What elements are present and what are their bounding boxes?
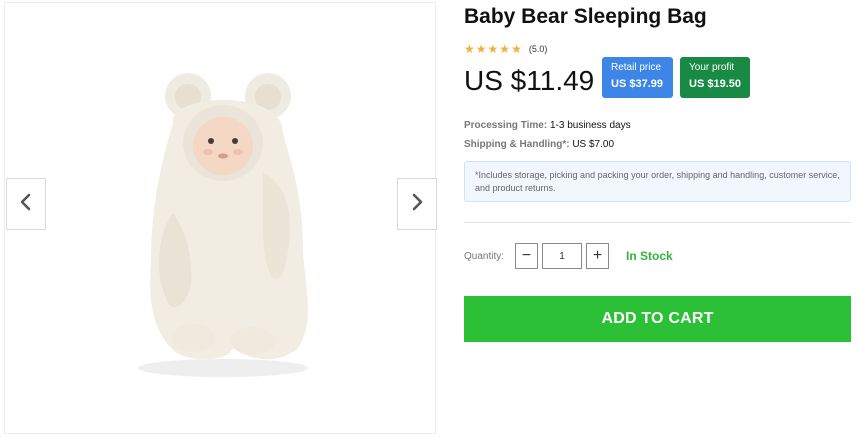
chevron-left-icon bbox=[19, 192, 33, 217]
chevron-right-icon bbox=[410, 192, 424, 217]
gallery-next-button[interactable] bbox=[397, 178, 437, 230]
profit-value: US $19.50 bbox=[689, 78, 741, 90]
profit-label: Your profit bbox=[689, 62, 735, 73]
stock-status: In Stock bbox=[626, 249, 673, 263]
product-title: Baby Bear Sleeping Bag bbox=[464, 5, 707, 28]
processing-time-label: Processing Time: bbox=[464, 120, 548, 131]
profit-badge: Your profit US $19.50 bbox=[680, 57, 750, 98]
gallery-prev-button[interactable] bbox=[6, 178, 46, 230]
shipping-note: *Includes storage, picking and packing y… bbox=[464, 161, 851, 202]
star-icon: ★ bbox=[464, 42, 475, 56]
retail-price-label: Retail price bbox=[611, 62, 662, 73]
star-icon: ★ bbox=[511, 42, 522, 56]
add-to-cart-button[interactable]: ADD TO CART bbox=[464, 296, 851, 342]
shipping-label: Shipping & Handling*: bbox=[464, 139, 570, 150]
quantity-decrease-button[interactable]: − bbox=[515, 243, 538, 269]
product-gallery bbox=[4, 2, 437, 434]
star-icon: ★ bbox=[487, 42, 499, 56]
divider bbox=[464, 222, 851, 223]
quantity-input[interactable] bbox=[542, 243, 582, 269]
processing-time-row: Processing Time: 1-3 business days bbox=[464, 120, 631, 131]
shipping-row: Shipping & Handling*: US $7.00 bbox=[464, 139, 614, 150]
star-icon: ★ bbox=[475, 42, 487, 56]
quantity-label: Quantity: bbox=[464, 251, 505, 262]
product-price: US $11.49 bbox=[464, 65, 595, 96]
rating-value: (5.0) bbox=[528, 44, 548, 54]
shipping-value: US $7.00 bbox=[572, 139, 615, 150]
processing-time-value: 1-3 business days bbox=[549, 120, 631, 131]
star-icon: ★ bbox=[499, 42, 511, 56]
retail-price-value: US $37.99 bbox=[611, 78, 663, 90]
product-image bbox=[138, 73, 308, 377]
retail-price-badge: Retail price US $37.99 bbox=[602, 57, 673, 98]
quantity-increase-button[interactable]: + bbox=[586, 243, 609, 269]
product-rating: ★ ★ ★ ★ ★ (5.0) bbox=[464, 43, 547, 55]
